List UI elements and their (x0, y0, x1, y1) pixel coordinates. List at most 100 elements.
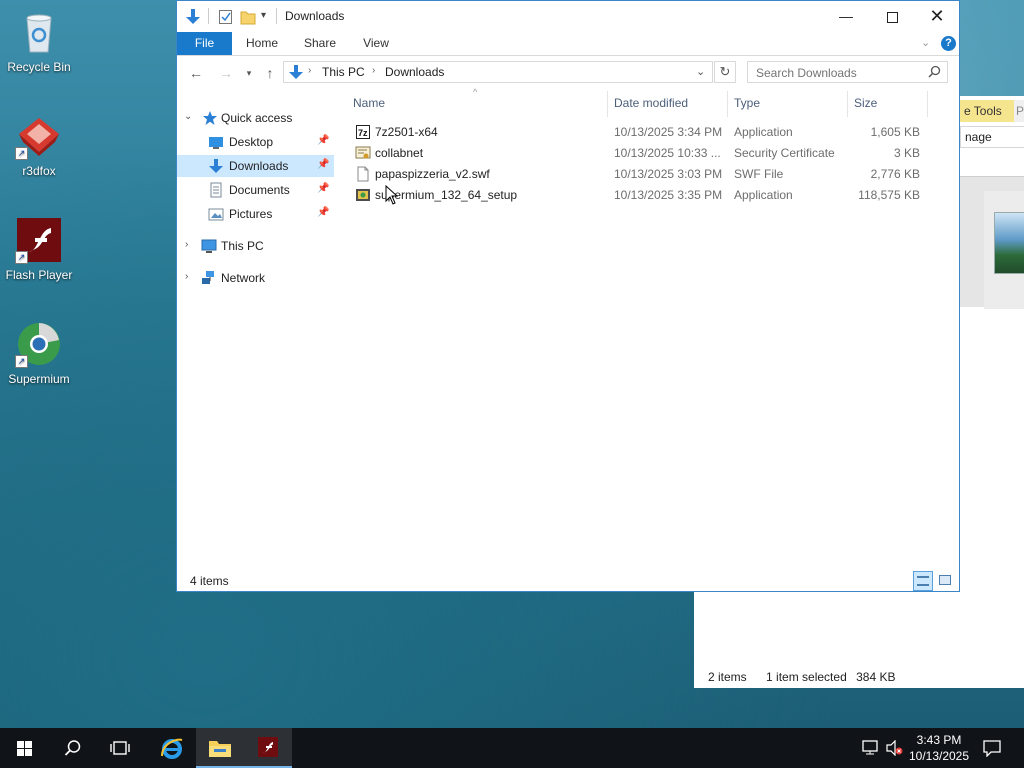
recent-locations-button[interactable]: ▾ (240, 64, 258, 82)
desktop-icon-supermium[interactable]: ↗ Supermium (0, 320, 78, 386)
large-icons-view-button[interactable] (936, 571, 956, 591)
nav-desktop[interactable]: Desktop 📌 (177, 131, 334, 153)
column-divider[interactable] (727, 91, 728, 117)
nav-label: Quick access (221, 111, 293, 125)
nav-label: Documents (229, 183, 290, 197)
status-size: 384 KB (856, 670, 896, 684)
navigation-pane: ⌄ Quick access Desktop 📌 Downloads 📌 Doc… (177, 97, 342, 567)
file-size: 3 KB (893, 146, 920, 160)
tab-home[interactable]: Home (239, 32, 285, 55)
nav-label: Pictures (229, 207, 273, 221)
column-divider[interactable] (927, 91, 928, 117)
chevron-expanded-icon[interactable]: ⌄ (184, 111, 192, 122)
column-divider[interactable] (607, 91, 608, 117)
breadcrumb-this-pc[interactable]: This PC (322, 65, 365, 79)
breadcrumb-downloads[interactable]: Downloads (385, 65, 444, 79)
start-button[interactable] (0, 728, 48, 768)
file-row[interactable]: papaspizzeria_v2.swf 10/13/2025 3:03 PM … (353, 164, 933, 185)
customize-toolbar-chevron-icon[interactable]: ▾ (261, 10, 266, 28)
column-header-name[interactable]: Name (353, 96, 385, 110)
pictures-folder-icon (208, 206, 224, 222)
nav-network[interactable]: › Network (177, 267, 334, 289)
download-arrow-icon[interactable] (185, 8, 201, 26)
title-bar[interactable]: ▾ Downloads — ✕ (177, 1, 959, 32)
tab-file[interactable]: File (177, 32, 232, 55)
shortcut-arrow-icon: ↗ (15, 355, 28, 368)
desktop-icon-flash-player[interactable]: ↗ Flash Player (0, 216, 78, 282)
window-title: Downloads (285, 9, 345, 23)
back-arrow-icon: ← (189, 65, 203, 81)
details-view-button[interactable] (913, 571, 933, 591)
details-view-icon (917, 576, 929, 586)
manage-tab[interactable]: nage (960, 126, 1024, 148)
file-name: 7z2501-x64 (375, 125, 438, 139)
recycle-bin-icon (15, 8, 63, 56)
back-button[interactable]: ← (187, 64, 205, 82)
chevron-down-icon: ▾ (246, 68, 252, 78)
address-bar[interactable]: › This PC › Downloads ⌄ (283, 61, 713, 83)
pin-icon[interactable]: 📌 (317, 159, 329, 170)
file-date: 10/13/2025 3:34 PM (614, 125, 723, 139)
quick-access-star-icon (202, 110, 218, 126)
chevron-right-icon[interactable]: › (185, 239, 188, 250)
nav-pictures[interactable]: Pictures 📌 (177, 203, 334, 225)
clock[interactable]: 3:43 PM 10/13/2025 (904, 732, 974, 764)
up-button[interactable]: ↑ (261, 64, 279, 82)
certificate-icon (355, 145, 371, 161)
maximize-button[interactable] (869, 1, 915, 31)
column-header-size[interactable]: Size (854, 96, 877, 110)
action-center-button[interactable] (978, 728, 1008, 768)
column-header-type[interactable]: Type (734, 96, 760, 110)
nav-this-pc[interactable]: › This PC (177, 235, 334, 257)
task-view-button[interactable] (96, 728, 144, 768)
explorer-window: ▾ Downloads — ✕ File Home Share View ⌄ ?… (176, 0, 960, 592)
forward-button[interactable]: → (217, 64, 235, 82)
large-icons-view-icon (939, 575, 951, 585)
taskbar-internet-explorer[interactable] (148, 728, 196, 768)
taskbar: 3:43 PM 10/13/2025 (0, 728, 1024, 768)
column-divider[interactable] (847, 91, 848, 117)
file-row[interactable]: 7z 7z2501-x64 10/13/2025 3:34 PM Applica… (353, 122, 933, 143)
file-explorer-icon (208, 737, 232, 762)
desktop-icon-recycle-bin[interactable]: Recycle Bin (0, 8, 78, 74)
address-dropdown-icon[interactable]: ⌄ (696, 65, 705, 78)
refresh-icon: ↻ (719, 64, 731, 79)
r3dfox-icon: ↗ (15, 112, 63, 160)
file-name: collabnet (375, 146, 424, 160)
properties-check-icon[interactable] (218, 8, 234, 26)
pin-icon[interactable]: 📌 (317, 183, 329, 194)
chevron-right-icon[interactable]: › (185, 271, 188, 282)
file-row[interactable]: collabnet 10/13/2025 10:33 ... Security … (353, 143, 933, 164)
nav-quick-access[interactable]: ⌄ Quick access (177, 107, 334, 129)
desktop-folder-icon (208, 134, 224, 150)
desktop-icon-label: r3dfox (22, 164, 56, 178)
search-box[interactable] (747, 61, 948, 83)
file-row[interactable]: supermium_132_64_setup 10/13/2025 3:35 P… (353, 185, 933, 206)
taskbar-flash-player[interactable] (244, 728, 292, 768)
mouse-cursor-icon (385, 184, 399, 208)
column-header-date-modified[interactable]: Date modified (614, 96, 688, 110)
search-taskbar-button[interactable] (48, 728, 96, 768)
tab-view[interactable]: View (353, 32, 399, 55)
nav-label: Downloads (229, 159, 289, 173)
new-folder-icon[interactable] (240, 8, 256, 26)
minimize-button[interactable]: — (823, 1, 869, 31)
nav-documents[interactable]: Documents 📌 (177, 179, 334, 201)
ribbon-tab-partial[interactable]: Pi (1014, 100, 1024, 122)
shortcut-arrow-icon: ↗ (15, 251, 28, 264)
desktop-icon-r3dfox[interactable]: ↗ r3dfox (0, 112, 78, 178)
nav-downloads[interactable]: Downloads 📌 (177, 155, 334, 177)
image-thumbnail[interactable] (994, 212, 1024, 274)
tab-share[interactable]: Share (297, 32, 343, 55)
pin-icon[interactable]: 📌 (317, 135, 329, 146)
windows-logo-icon (17, 741, 32, 759)
refresh-button[interactable]: ↻ (714, 61, 736, 83)
expand-ribbon-icon[interactable]: ⌄ (921, 36, 930, 49)
search-input[interactable] (754, 64, 918, 82)
help-icon[interactable]: ? (941, 36, 956, 51)
picture-tools-tab[interactable]: e Tools (960, 100, 1018, 122)
close-button[interactable]: ✕ (914, 1, 960, 31)
taskbar-file-explorer[interactable] (196, 728, 244, 768)
pin-icon[interactable]: 📌 (317, 207, 329, 218)
nav-label: Network (221, 271, 266, 285)
